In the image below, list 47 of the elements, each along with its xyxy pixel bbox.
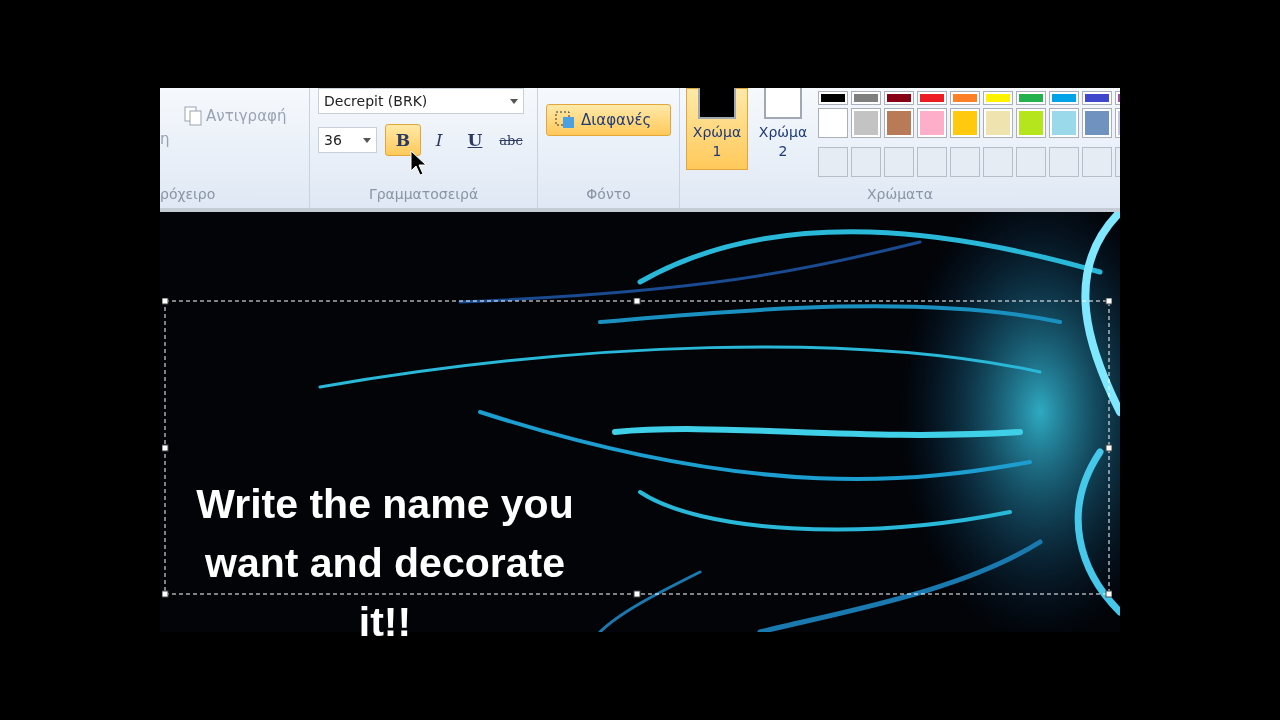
strikethrough-button[interactable]: abc xyxy=(493,124,529,156)
color-swatch[interactable] xyxy=(917,107,947,138)
bold-button[interactable]: B xyxy=(385,124,421,156)
color-swatch[interactable] xyxy=(917,90,947,105)
dropdown-caret-icon xyxy=(363,137,371,143)
color-swatch[interactable] xyxy=(1082,90,1112,105)
color-swatch[interactable] xyxy=(884,90,914,105)
underline-button[interactable]: U xyxy=(457,124,493,156)
color-swatch[interactable] xyxy=(1082,107,1112,138)
font-family-dropdown[interactable]: Decrepit (BRK) xyxy=(318,88,524,114)
italic-button[interactable]: I xyxy=(421,124,457,156)
empty-color-swatch[interactable] xyxy=(1016,147,1046,178)
empty-color-swatch[interactable] xyxy=(917,147,947,178)
empty-color-swatch[interactable] xyxy=(1082,147,1112,178)
empty-color-swatch[interactable] xyxy=(983,147,1013,178)
color-swatch[interactable] xyxy=(818,90,848,105)
empty-color-swatch[interactable] xyxy=(884,147,914,178)
color-swatch[interactable] xyxy=(1016,90,1046,105)
empty-color-swatch[interactable] xyxy=(818,147,848,178)
fill-mode-icon xyxy=(555,111,575,129)
group-label: Φόντο xyxy=(585,185,632,204)
group-label: Χρώματα xyxy=(866,185,934,204)
group-label: Γραμματοσειρά xyxy=(367,185,480,204)
color-swatch[interactable] xyxy=(818,107,848,138)
color-swatch[interactable] xyxy=(950,107,980,138)
color-swatch[interactable] xyxy=(983,90,1013,105)
copy-icon xyxy=(184,106,202,126)
transparent-fill-button[interactable]: Διαφανές xyxy=(546,104,671,136)
color-swatch[interactable] xyxy=(983,107,1013,138)
color-swatch[interactable] xyxy=(950,90,980,105)
dropdown-caret-icon xyxy=(510,98,518,104)
empty-color-swatch[interactable] xyxy=(950,147,980,178)
color-slot-button[interactable]: Χρώμα 2 xyxy=(752,88,814,170)
empty-color-swatch[interactable] xyxy=(1049,147,1079,178)
color-swatch[interactable] xyxy=(851,107,881,138)
color-slot-button[interactable]: Χρώμα 1 xyxy=(686,88,748,170)
color-swatch[interactable] xyxy=(851,90,881,105)
empty-color-swatch[interactable] xyxy=(851,147,881,178)
font-size-dropdown[interactable]: 36 xyxy=(318,127,377,153)
caption-text: Write the name you want and decorate it!! xyxy=(195,480,575,647)
group-label: ρόχειρο xyxy=(160,185,217,204)
text-selection-frame[interactable] xyxy=(162,298,1112,598)
color-swatch[interactable] xyxy=(1016,107,1046,138)
mouse-pointer-icon xyxy=(410,150,428,176)
color-swatch[interactable] xyxy=(1049,90,1079,105)
color-swatch[interactable] xyxy=(1049,107,1079,138)
color-swatch[interactable] xyxy=(884,107,914,138)
